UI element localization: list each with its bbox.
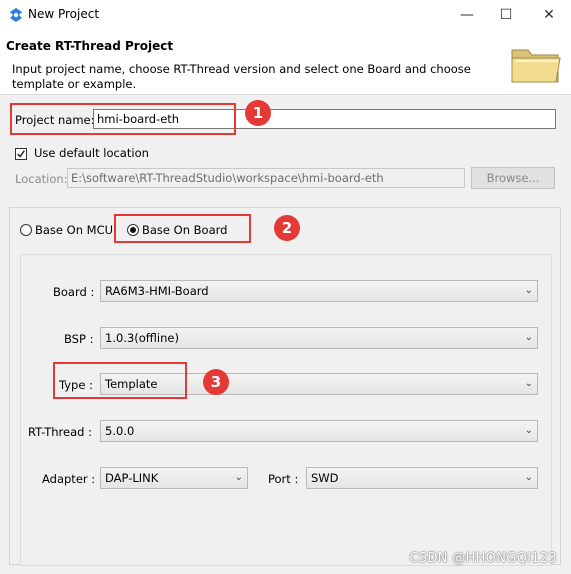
rtthread-label: RT-Thread :	[28, 425, 92, 439]
chevron-down-icon: ⌄	[524, 378, 533, 389]
wizard-description: Input project name, choose RT-Thread ver…	[12, 62, 471, 91]
wizard-title: Create RT-Thread Project	[6, 39, 174, 53]
base-on-mcu-radio[interactable]	[20, 224, 32, 236]
annotation-box-base-on-board	[114, 214, 251, 243]
use-default-location-label: Use default location	[34, 146, 149, 160]
location-input: E:\software\RT-ThreadStudio\workspace\hm…	[67, 168, 465, 188]
chevron-down-icon: ⌄	[524, 425, 533, 436]
adapter-value: DAP-LINK	[105, 471, 159, 485]
annotation-marker-3: 3	[203, 369, 229, 395]
browse-button: Browse...	[471, 167, 555, 189]
board-select[interactable]: RA6M3-HMI-Board ⌄	[100, 280, 538, 302]
base-on-mcu-label: Base On MCU	[35, 223, 114, 237]
bsp-select[interactable]: 1.0.3(offline) ⌄	[100, 327, 538, 349]
adapter-select[interactable]: DAP-LINK ⌄	[100, 467, 248, 489]
port-label: Port :	[268, 472, 299, 486]
chevron-down-icon: ⌄	[234, 472, 243, 483]
annotation-marker-2: 2	[274, 215, 300, 241]
close-button[interactable]: ✕	[538, 4, 560, 26]
adapter-label: Adapter :	[42, 472, 96, 486]
title-bar: New Project — ☐ ✕	[0, 0, 571, 30]
annotation-box-type	[53, 362, 187, 399]
annotation-box-project-name	[10, 103, 236, 135]
chevron-down-icon: ⌄	[524, 472, 533, 483]
checkmark-icon	[17, 150, 25, 158]
chevron-down-icon: ⌄	[524, 285, 533, 296]
port-value: SWD	[311, 471, 339, 485]
window-title: New Project	[28, 7, 100, 21]
rtthread-value: 5.0.0	[105, 424, 135, 438]
bsp-value: 1.0.3(offline)	[105, 331, 179, 345]
bsp-label: BSP :	[64, 332, 94, 346]
folder-icon	[511, 49, 561, 83]
use-default-location-checkbox[interactable]	[15, 148, 27, 160]
rt-thread-studio-icon	[10, 8, 22, 22]
watermark-text: CSDN @HHONGQI123	[409, 551, 557, 566]
location-label: Location:	[15, 172, 68, 186]
maximize-button[interactable]: ☐	[495, 4, 517, 26]
annotation-marker-1: 1	[245, 100, 271, 126]
rtthread-version-select[interactable]: 5.0.0 ⌄	[100, 420, 538, 442]
board-value: RA6M3-HMI-Board	[105, 284, 209, 298]
wizard-header: Create RT-Thread Project Input project n…	[0, 30, 571, 95]
board-label: Board :	[53, 285, 95, 299]
minimize-button[interactable]: —	[456, 4, 478, 26]
chevron-down-icon: ⌄	[524, 332, 533, 343]
port-select[interactable]: SWD ⌄	[306, 467, 538, 489]
